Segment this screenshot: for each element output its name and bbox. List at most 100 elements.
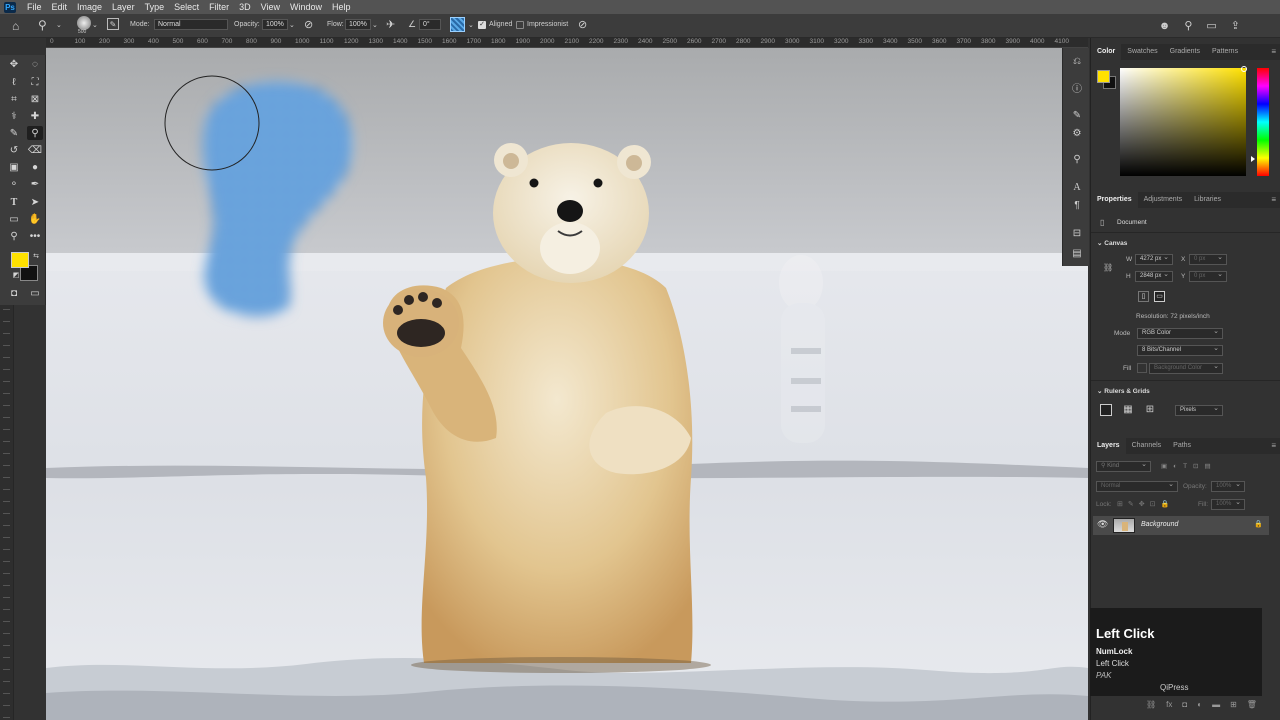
units-select[interactable]: Pixels [1175,404,1223,416]
fill-swatch[interactable] [1137,363,1147,373]
brush-preset-icon[interactable] [77,16,91,30]
blur-tool-icon[interactable]: ● [27,160,43,174]
move-tool-icon[interactable]: ✥ [6,57,22,71]
tab-libraries[interactable]: Libraries [1188,192,1227,208]
screen-mode-icon[interactable]: ▭ [27,286,43,300]
lock-icons[interactable]: ⊞✎✥⊡🔒 [1117,500,1174,508]
notes-panel-icon[interactable]: ▤ [1070,246,1084,260]
panel-menu-icon[interactable]: ≡ [1271,47,1276,56]
menu-view[interactable]: View [256,0,285,14]
search-icon[interactable]: ⚲ [1184,19,1192,32]
pattern-swatch[interactable] [450,17,465,32]
pressure-opacity-icon[interactable]: ⊘ [304,18,313,31]
learn-icon[interactable]: ☻ [1159,19,1171,32]
portrait-icon[interactable]: ▯ [1138,291,1149,302]
dodge-tool-icon[interactable]: ⚬ [6,177,22,191]
layer-kind-filter[interactable]: ⚲ Kind [1096,460,1151,472]
width-field[interactable]: 4272 px [1135,253,1173,265]
type-tool-icon[interactable]: T [6,195,22,209]
brushes-panel-icon[interactable]: ⚙ [1070,126,1084,140]
character-panel-icon[interactable]: A [1070,180,1084,194]
properties-panel-icon[interactable]: ⊟ [1070,226,1084,240]
tab-channels[interactable]: Channels [1126,438,1168,454]
pattern-stamp-tool-icon[interactable]: ⚲ [38,18,47,32]
add-mask-icon[interactable]: ◘ [1182,700,1187,709]
crop-tool-icon[interactable]: ⌗ [6,92,22,106]
rectangle-tool-icon[interactable]: ▭ [6,212,22,226]
menu-help[interactable]: Help [327,0,356,14]
workspace-icon[interactable]: ▭ [1206,19,1216,32]
menu-filter[interactable]: Filter [204,0,234,14]
default-colors-icon[interactable]: ◩ [8,268,24,282]
gradient-tool-icon[interactable]: ▣ [6,160,22,174]
foreground-color-swatch[interactable] [11,252,29,268]
hand-tool-icon[interactable]: ✋ [27,212,43,226]
angle-field[interactable]: 0° [419,19,441,30]
canvas-image[interactable] [46,48,1088,720]
link-layers-icon[interactable]: ⛓ [1146,700,1156,709]
fx-icon[interactable]: fx [1166,700,1172,709]
color-field[interactable] [1120,68,1246,176]
quick-mask-icon[interactable]: ◘ [6,286,22,300]
more-tools-icon[interactable]: ••• [27,229,43,243]
tab-layers[interactable]: Layers [1091,438,1126,454]
menu-select[interactable]: Select [169,0,204,14]
blend-mode-select[interactable]: Normal [1096,480,1178,492]
new-group-icon[interactable]: ▬ [1212,700,1220,709]
chevron-down-icon[interactable]: ⌄ [56,21,62,29]
impressionist-checkbox[interactable] [516,21,524,29]
path-select-tool-icon[interactable]: ➤ [27,195,43,209]
hue-slider-handle[interactable] [1251,156,1255,162]
grid-icon[interactable]: ▦ [1122,404,1134,416]
pen-tool-icon[interactable]: ✒ [27,177,43,191]
pressure-size-icon[interactable]: ⊘ [578,18,587,31]
frame-tool-icon[interactable]: ⊠ [27,92,43,106]
y-field[interactable]: 0 px [1189,270,1227,282]
fill-select[interactable]: Background Color [1149,362,1223,374]
delete-layer-icon[interactable]: 🗑 [1247,700,1257,709]
rulers-grids-title[interactable]: ⌄ Rulers & Grids [1097,387,1150,395]
layer-filter-icons[interactable]: ▣◐T⊡▤ [1161,462,1217,470]
menu-edit[interactable]: Edit [47,0,73,14]
tab-properties[interactable]: Properties [1091,192,1138,208]
menu-image[interactable]: Image [72,0,107,14]
color-mode-select[interactable]: RGB Color [1137,327,1223,339]
layer-name[interactable]: Background [1141,521,1178,528]
chevron-down-icon[interactable]: ⌄ [372,21,378,29]
zoom-tool-icon[interactable]: ⚲ [6,229,22,243]
marquee-tool-icon[interactable]: ◌ [27,57,43,71]
canvas-section-title[interactable]: ⌄ Canvas [1097,239,1127,247]
quick-select-tool-icon[interactable]: ⛶ [27,75,43,89]
menu-3d[interactable]: 3D [234,0,256,14]
opacity-field[interactable]: 100% [262,19,288,30]
x-field[interactable]: 0 px [1189,253,1227,265]
adjustment-layer-icon[interactable]: ◐ [1197,700,1202,709]
history-brush-tool-icon[interactable]: ↺ [6,143,22,157]
tab-patterns[interactable]: Patterns [1206,44,1244,60]
menu-window[interactable]: Window [285,0,327,14]
swap-colors-icon[interactable]: ⇆ [28,249,44,263]
brush-settings-panel-icon[interactable]: ✎ [1070,108,1084,122]
stamp-tool-icon[interactable]: ⚲ [27,126,43,140]
menu-file[interactable]: File [22,0,47,14]
share-icon[interactable]: ⇪ [1231,19,1240,32]
tab-paths[interactable]: Paths [1167,438,1197,454]
paragraph-panel-icon[interactable]: ¶ [1070,198,1084,212]
link-icon[interactable]: ⛓ [1103,263,1113,272]
layer-opacity-field[interactable]: 100% [1211,480,1245,492]
height-field[interactable]: 2848 px [1135,270,1173,282]
panel-menu-icon[interactable]: ≡ [1271,441,1276,450]
landscape-icon[interactable]: ▭ [1154,291,1165,302]
info-panel-icon[interactable]: ⓘ [1070,80,1084,95]
clone-source-panel-icon[interactable]: ⚲ [1070,152,1084,166]
chevron-down-icon[interactable]: ⌄ [468,21,474,29]
mode-select[interactable]: Normal [154,19,228,30]
color-panel-foreground[interactable] [1097,70,1110,83]
panel-menu-icon[interactable]: ≡ [1271,195,1276,204]
new-layer-icon[interactable]: ⊞ [1230,700,1237,709]
aligned-checkbox[interactable]: ✓ [478,21,486,29]
chevron-down-icon[interactable]: ⌄ [289,21,295,29]
eraser-tool-icon[interactable]: ⌫ [27,143,43,157]
airbrush-icon[interactable]: ✈ [386,18,395,31]
tab-color[interactable]: Color [1091,44,1122,60]
